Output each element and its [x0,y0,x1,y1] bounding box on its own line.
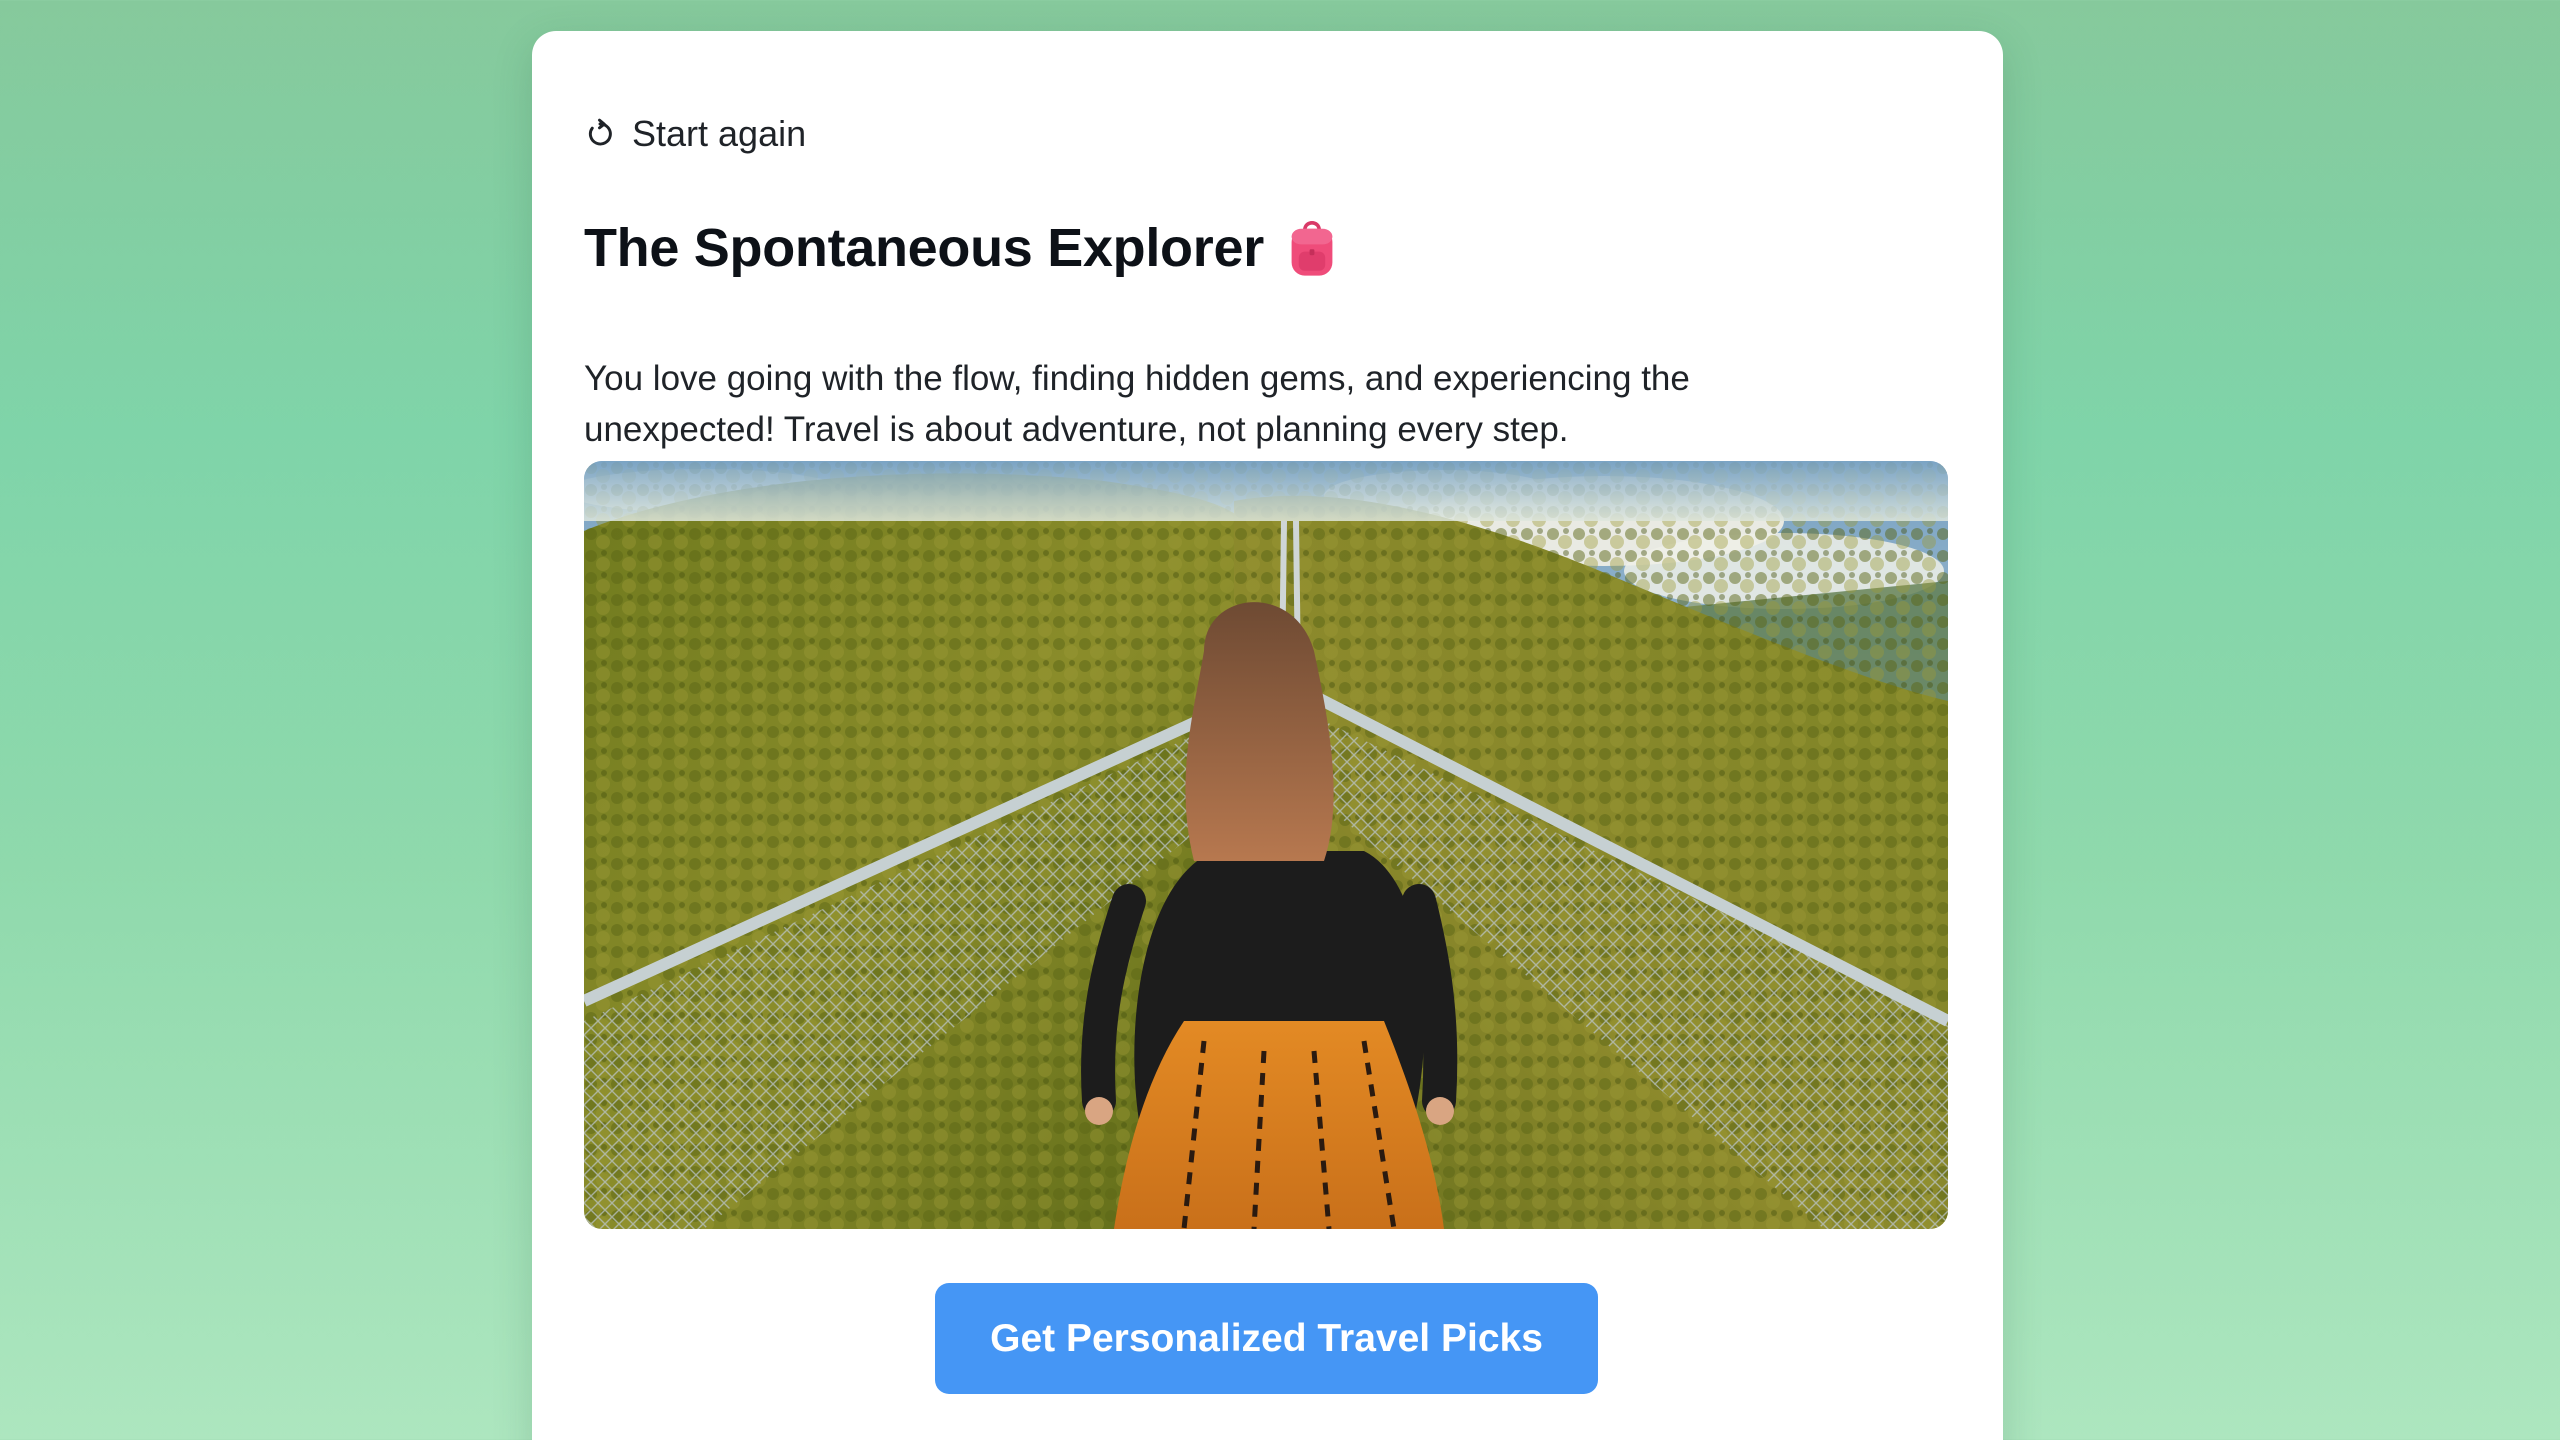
start-again-label: Start again [632,113,807,154]
result-title: The Spontaneous Explorer [584,218,1264,278]
start-again-link[interactable]: Start again [584,113,806,155]
restart-icon [588,118,612,146]
result-title-row: The Spontaneous Explorer [584,217,1336,279]
result-card: Start again The Spontaneous Explorer You… [532,31,2003,1440]
result-description: You love going with the flow, finding hi… [584,359,1690,449]
backpack-icon [1291,221,1333,276]
get-travel-picks-button[interactable]: Get Personalized Travel Picks [935,1283,1598,1394]
suspension-bridge-photo [584,461,1948,1229]
